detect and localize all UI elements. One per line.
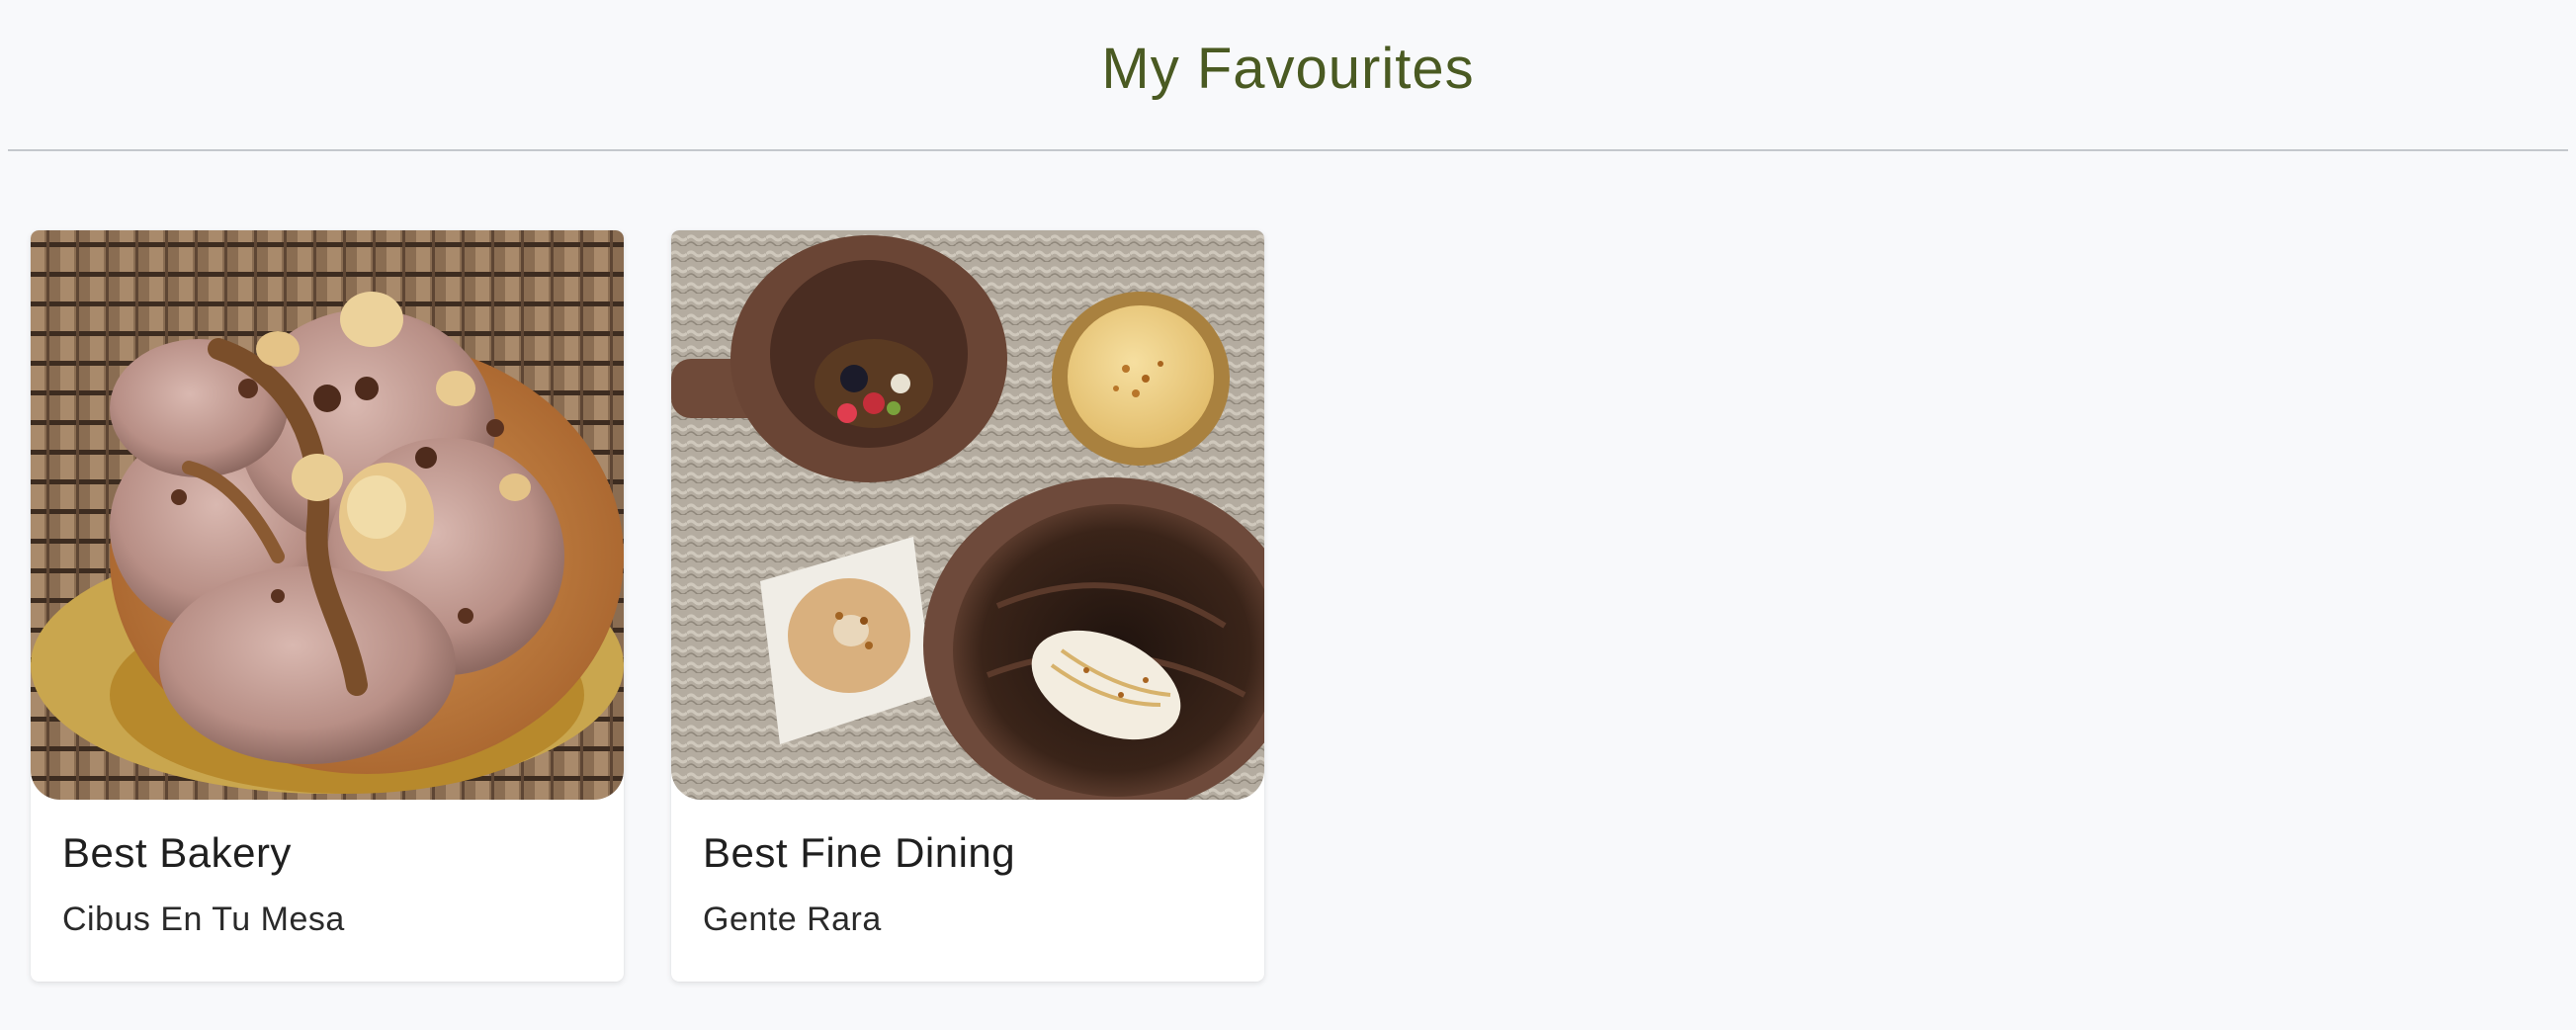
favourite-card-fine-dining[interactable]: Best Fine Dining Gente Rara [671,230,1264,982]
header-divider [8,149,2568,151]
card-restaurant-name: Gente Rara [703,901,882,938]
card-body: Best Bakery Cibus En Tu Mesa [31,800,624,939]
page-header: My Favourites [0,0,2576,148]
card-category: Best Fine Dining [703,829,1016,876]
favourite-card-bakery[interactable]: Best Bakery Cibus En Tu Mesa [31,230,624,982]
chocolate-hazelnut-tart-image [31,230,624,800]
card-restaurant-name: Cibus En Tu Mesa [62,901,345,938]
favourites-page: My Favourites Best Bakery Cibus En Tu Me… [0,0,2576,1030]
favourites-grid: Best Bakery Cibus En Tu Mesa Best Fine D… [31,230,1264,982]
page-title: My Favourites [1101,36,1475,101]
card-body: Best Fine Dining Gente Rara [671,800,1264,939]
card-category: Best Bakery [62,829,292,876]
tasting-menu-desserts-image [671,230,1264,800]
